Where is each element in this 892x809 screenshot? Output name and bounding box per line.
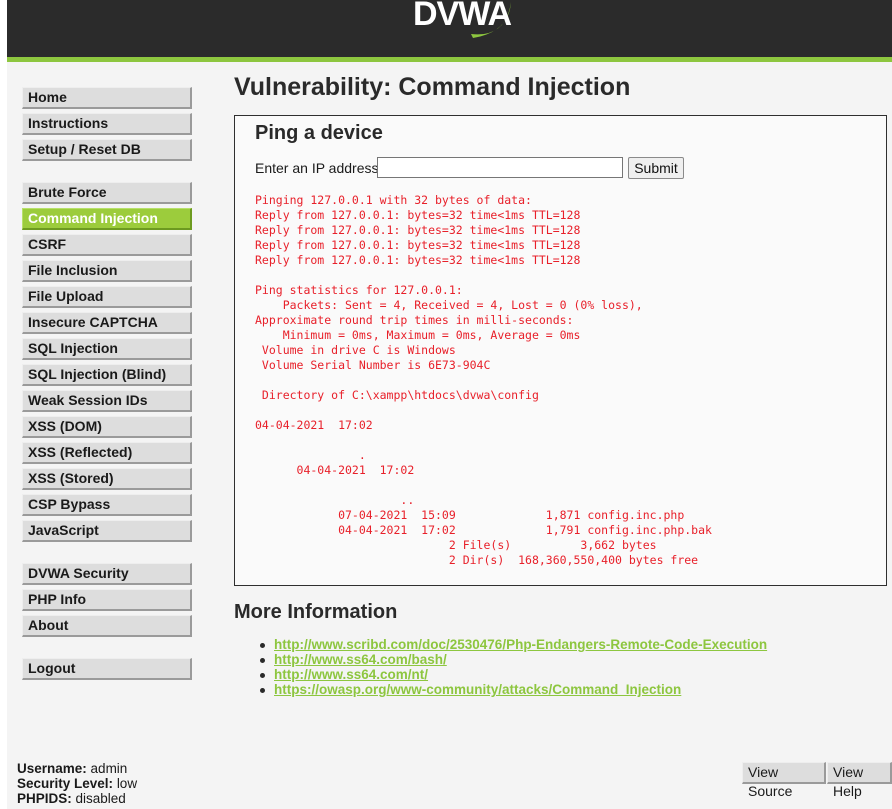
command-output: Pinging 127.0.0.1 with 32 bytes of data:… <box>255 193 712 567</box>
submit-button[interactable]: Submit <box>628 157 684 179</box>
more-info-link-owasp[interactable]: https://owasp.org/www-community/attacks/… <box>274 682 681 697</box>
menu-item-xss-stored[interactable]: XSS (Stored) <box>22 468 192 490</box>
username-value: admin <box>90 761 128 776</box>
section-heading: Ping a device <box>255 122 383 144</box>
more-info-link-ss64-bash[interactable]: http://www.ss64.com/bash/ <box>274 652 447 667</box>
menu-item-setup-reset-db[interactable]: Setup / Reset DB <box>22 139 192 161</box>
menu-item-brute-force[interactable]: Brute Force <box>22 182 192 204</box>
username-label: Username: <box>17 761 87 776</box>
list-item: http://www.scribd.com/doc/2530476/Php-En… <box>258 637 767 652</box>
menu-item-insecure-captcha[interactable]: Insecure CAPTCHA <box>22 312 192 334</box>
menu-item-csp-bypass[interactable]: CSP Bypass <box>22 494 192 516</box>
more-info-link-scribd[interactable]: http://www.scribd.com/doc/2530476/Php-En… <box>274 637 767 652</box>
more-info-list: http://www.scribd.com/doc/2530476/Php-En… <box>258 637 767 697</box>
list-item: http://www.ss64.com/bash/ <box>258 652 767 667</box>
menu-item-xss-dom[interactable]: XSS (DOM) <box>22 416 192 438</box>
page-left-edge <box>0 0 7 809</box>
logo-text: DVWA <box>413 0 512 33</box>
user-info: Username: admin Security Level: low PHPI… <box>17 761 137 806</box>
menu-item-home[interactable]: Home <box>22 87 192 109</box>
ip-address-label: Enter an IP address: <box>255 160 383 176</box>
menu-item-file-inclusion[interactable]: File Inclusion <box>22 260 192 282</box>
phpids-line: PHPIDS: disabled <box>17 791 137 806</box>
header-accent-stripe <box>7 57 892 62</box>
list-item: http://www.ss64.com/nt/ <box>258 667 767 682</box>
vulnerability-box: Ping a device Enter an IP address: Submi… <box>234 115 887 586</box>
view-help-button[interactable]: View Help <box>827 762 892 799</box>
menu-item-logout[interactable]: Logout <box>22 658 192 680</box>
username-line: Username: admin <box>17 761 137 776</box>
page-title: Vulnerability: Command Injection <box>234 73 631 101</box>
menu-item-sql-injection-blind[interactable]: SQL Injection (Blind) <box>22 364 192 386</box>
menu-item-sql-injection[interactable]: SQL Injection <box>22 338 192 360</box>
phpids-label: PHPIDS: <box>17 791 72 806</box>
menu-item-php-info[interactable]: PHP Info <box>22 589 192 611</box>
menu-item-command-injection[interactable]: Command Injection <box>22 208 192 230</box>
ip-address-input[interactable] <box>377 157 623 178</box>
menu-item-instructions[interactable]: Instructions <box>22 113 192 135</box>
view-source-button[interactable]: View Source <box>742 762 826 799</box>
header-bar: DVWA <box>7 0 892 57</box>
menu-item-weak-session-ids[interactable]: Weak Session IDs <box>22 390 192 412</box>
dvwa-logo: DVWA <box>411 0 521 46</box>
list-item: https://owasp.org/www-community/attacks/… <box>258 682 767 697</box>
menu-item-xss-reflected[interactable]: XSS (Reflected) <box>22 442 192 464</box>
menu-item-csrf[interactable]: CSRF <box>22 234 192 256</box>
menu-item-javascript[interactable]: JavaScript <box>22 520 192 542</box>
security-level-value: low <box>116 776 138 791</box>
phpids-value: disabled <box>75 791 126 806</box>
menu-item-about[interactable]: About <box>22 615 192 637</box>
more-info-heading: More Information <box>234 601 398 623</box>
menu-item-dvwa-security[interactable]: DVWA Security <box>22 563 192 585</box>
security-level-label: Security Level: <box>17 776 114 791</box>
security-level-line: Security Level: low <box>17 776 137 791</box>
more-info-link-ss64-nt[interactable]: http://www.ss64.com/nt/ <box>274 667 428 682</box>
menu-item-file-upload[interactable]: File Upload <box>22 286 192 308</box>
